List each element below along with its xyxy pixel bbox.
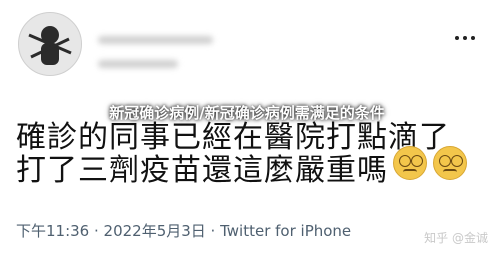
avatar-image [19, 13, 81, 75]
tweet-card: 確診的同事已經在醫院打點滴了 打了三劑疫苗還這麼嚴重嗎 新冠确诊病例/新冠确诊病… [0, 0, 500, 260]
watermark: 知乎 @金诚 [424, 231, 488, 245]
more-options-icon[interactable] [455, 34, 475, 42]
woozy-face-icon [393, 146, 427, 180]
post-meta: 下午11:36 · 2022年5月3日 · Twitter for iPhone [16, 222, 352, 240]
blurred-username [98, 36, 213, 44]
post-text-line-2: 打了三劑疫苗還這麼嚴重嗎 [16, 153, 388, 188]
blurred-handle [98, 60, 178, 68]
woozy-face-icon [433, 146, 467, 180]
overlay-title: 新冠确诊病例/新冠确诊病例需满足的条件 [109, 104, 385, 122]
avatar[interactable] [18, 12, 82, 76]
